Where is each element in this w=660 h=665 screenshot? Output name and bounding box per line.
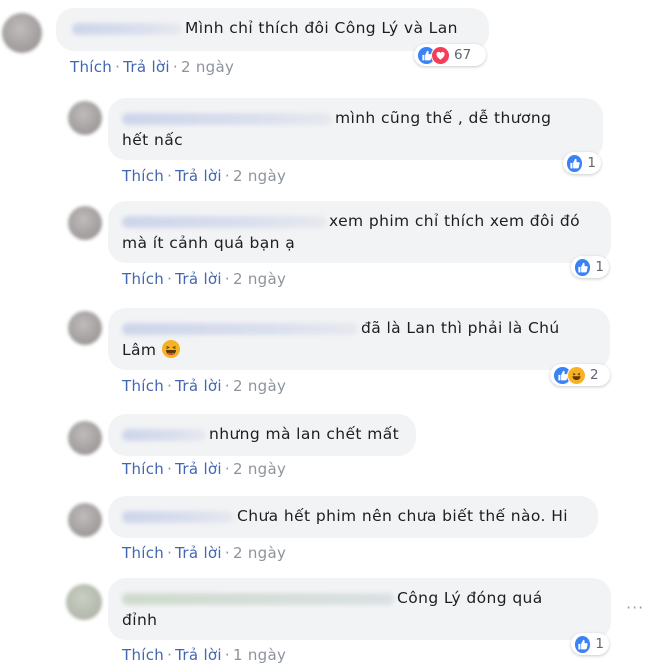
comment-actions: Thích · Trả lời · 2 ngày bbox=[122, 544, 287, 562]
like-button[interactable]: Thích bbox=[122, 646, 164, 664]
commenter-name[interactable] bbox=[122, 428, 206, 441]
reply-button[interactable]: Trả lời bbox=[175, 544, 222, 562]
reply-button[interactable]: Trả lời bbox=[175, 377, 222, 395]
comment-text-line: hết nấc bbox=[122, 131, 184, 149]
commenter-name[interactable] bbox=[122, 322, 358, 335]
comment-bubble: mình cũng thế , dễ thương hết nấc bbox=[108, 98, 603, 160]
commenter-name[interactable] bbox=[122, 215, 326, 228]
comment-text: Chưa hết phim nên chưa biết thế nào. Hi bbox=[237, 507, 568, 525]
comment-text: nhưng mà lan chết mất bbox=[209, 425, 400, 443]
reaction-count: 1 bbox=[595, 636, 604, 652]
love-icon bbox=[431, 45, 450, 65]
comment-text-line: Lâm bbox=[122, 341, 157, 359]
commenter-name[interactable] bbox=[72, 22, 182, 35]
comment-text-line: đỉnh bbox=[122, 611, 158, 629]
reaction-summary[interactable]: 1 bbox=[563, 152, 601, 174]
reply-button[interactable]: Trả lời bbox=[175, 167, 222, 185]
comment-bubble: Công Lý đóng quá đỉnh bbox=[108, 578, 611, 640]
like-icon bbox=[574, 634, 592, 654]
commenter-name[interactable] bbox=[122, 112, 332, 125]
like-icon bbox=[574, 257, 592, 277]
commenter-name[interactable] bbox=[122, 592, 394, 605]
like-button[interactable]: Thích bbox=[122, 167, 164, 185]
more-options-icon[interactable]: ··· bbox=[626, 598, 644, 617]
comment-bubble: nhưng mà lan chết mất bbox=[108, 414, 416, 456]
comment-actions: Thích · Trả lời · 2 ngày bbox=[122, 377, 287, 395]
reaction-summary[interactable]: 2 bbox=[550, 364, 610, 386]
comment-time[interactable]: 2 ngày bbox=[233, 270, 286, 288]
reaction-summary[interactable]: 1 bbox=[571, 256, 609, 278]
comment-text-line: mình cũng thế , dễ thương bbox=[335, 109, 552, 127]
avatar[interactable] bbox=[68, 101, 102, 135]
comment-text-line: Công Lý đóng quá bbox=[397, 589, 543, 607]
avatar[interactable] bbox=[68, 503, 102, 537]
comment-bubble: đã là Lan thì phải là Chú Lâm bbox=[108, 308, 610, 370]
avatar[interactable] bbox=[68, 206, 102, 240]
comment-time[interactable]: 2 ngày bbox=[233, 460, 286, 478]
comment-actions: Thích · Trả lời · 1 ngày bbox=[122, 646, 287, 664]
like-icon bbox=[566, 153, 584, 173]
reaction-count: 1 bbox=[595, 259, 604, 275]
like-button[interactable]: Thích bbox=[122, 460, 164, 478]
like-button[interactable]: Thích bbox=[122, 270, 164, 288]
comment-time[interactable]: 2 ngày bbox=[233, 544, 286, 562]
avatar[interactable] bbox=[68, 421, 102, 455]
commenter-name[interactable] bbox=[122, 510, 234, 523]
reply-button[interactable]: Trả lời bbox=[175, 270, 222, 288]
reaction-summary[interactable]: 67 bbox=[414, 44, 486, 66]
comment-actions: Thích · Trả lời · 2 ngày bbox=[122, 270, 287, 288]
reply-button[interactable]: Trả lời bbox=[123, 58, 170, 76]
comment-actions: Thích · Trả lời · 2 ngày bbox=[70, 58, 235, 76]
reaction-count: 2 bbox=[590, 367, 599, 383]
comment-text-line: mà ít cảnh quá bạn ạ bbox=[122, 234, 296, 252]
like-button[interactable]: Thích bbox=[122, 377, 164, 395]
comment-actions: Thích · Trả lời · 2 ngày bbox=[122, 167, 287, 185]
laughing-emoji-icon bbox=[162, 340, 181, 358]
haha-icon bbox=[567, 365, 586, 385]
comment-bubble: Chưa hết phim nên chưa biết thế nào. Hi bbox=[108, 496, 598, 538]
comment-text: Mình chỉ thích đôi Công Lý và Lan bbox=[185, 19, 458, 37]
comment-text-line: đã là Lan thì phải là Chú bbox=[361, 319, 560, 337]
comment-actions: Thích · Trả lời · 2 ngày bbox=[122, 460, 287, 478]
avatar[interactable] bbox=[68, 311, 102, 345]
reaction-count: 1 bbox=[587, 155, 596, 171]
reaction-count: 67 bbox=[454, 47, 472, 63]
reply-button[interactable]: Trả lời bbox=[175, 460, 222, 478]
comment-time[interactable]: 2 ngày bbox=[181, 58, 234, 76]
reaction-summary[interactable]: 1 bbox=[571, 633, 609, 655]
avatar[interactable] bbox=[66, 584, 102, 620]
comment-time[interactable]: 1 ngày bbox=[233, 646, 286, 664]
comment-text-line: xem phim chỉ thích xem đôi đó bbox=[329, 212, 581, 230]
comment-time[interactable]: 2 ngày bbox=[233, 377, 286, 395]
reply-button[interactable]: Trả lời bbox=[175, 646, 222, 664]
comment-bubble: xem phim chỉ thích xem đôi đó mà ít cảnh… bbox=[108, 201, 611, 263]
avatar[interactable] bbox=[2, 13, 42, 53]
like-button[interactable]: Thích bbox=[70, 58, 112, 76]
like-button[interactable]: Thích bbox=[122, 544, 164, 562]
comment-time[interactable]: 2 ngày bbox=[233, 167, 286, 185]
